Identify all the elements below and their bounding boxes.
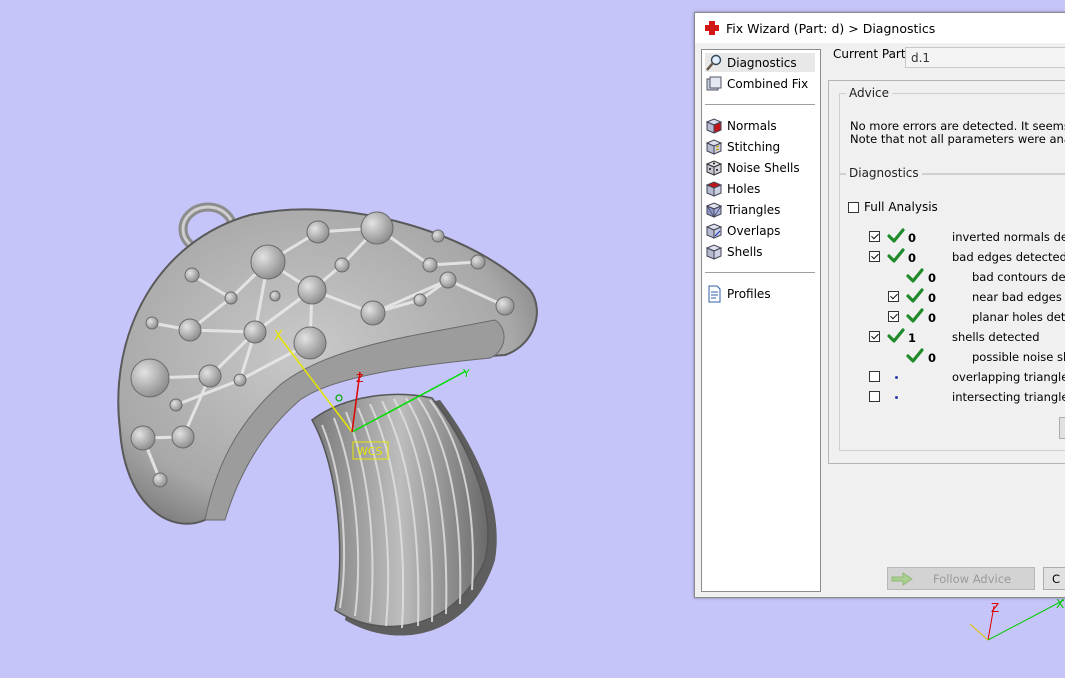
check-tick-icon <box>906 308 924 323</box>
diagnostics-action-button[interactable] <box>1059 417 1065 439</box>
planar-holes-checkbox[interactable] <box>888 311 899 322</box>
overlapping-triangles-checkbox[interactable] <box>869 371 880 382</box>
nav-label: Diagnostics <box>727 55 797 70</box>
full-analysis-checkbox[interactable] <box>848 202 859 213</box>
current-part-label: Current Part: <box>833 47 910 61</box>
check-tick-icon <box>906 288 924 303</box>
not-analysed-dot-icon <box>895 396 898 399</box>
follow-advice-label: Follow Advice <box>933 571 1012 586</box>
noise-shells-count: 0 <box>928 351 937 365</box>
profiles-document-icon <box>708 285 721 302</box>
nav-item-overlaps[interactable]: Overlaps <box>705 221 815 240</box>
magnifier-icon <box>706 54 722 71</box>
planar-holes-count: 0 <box>928 311 937 325</box>
noise-shells-label: possible noise shells <box>972 350 1065 364</box>
nav-item-triangles[interactable]: Triangles <box>705 200 815 219</box>
nav-item-diagnostics[interactable]: Diagnostics <box>705 53 815 72</box>
full-analysis-label: Full Analysis <box>864 200 938 214</box>
nav-label: Stitching <box>727 139 781 154</box>
advice-title: Advice <box>846 86 893 100</box>
shells-label: shells detected <box>952 330 1040 344</box>
intersecting-triangles-checkbox[interactable] <box>869 391 880 402</box>
fix-wizard-dialog: Fix Wizard (Part: d) > Diagnostics Diagn… <box>694 12 1065 598</box>
close-button[interactable]: C <box>1043 567 1065 590</box>
diagnostics-title: Diagnostics <box>846 166 922 180</box>
nav-separator <box>705 104 815 105</box>
near-bad-edges-checkbox[interactable] <box>888 291 899 302</box>
dialog-title: Fix Wizard (Part: d) > Diagnostics <box>726 20 936 36</box>
bad-contours-label: bad contours detec <box>972 270 1065 284</box>
check-tick-icon <box>906 348 924 363</box>
advice-text: No more errors are detected. It seems th… <box>850 120 1065 146</box>
holes-cube-icon <box>705 180 723 197</box>
wcs-axis-z-label: Z <box>356 372 364 385</box>
near-bad-edges-count: 0 <box>928 291 937 305</box>
follow-advice-button[interactable]: Follow Advice <box>887 567 1035 590</box>
shells-count: 1 <box>908 331 917 345</box>
shells-cube-icon <box>705 243 723 260</box>
corner-axis-x-label: X <box>1056 597 1064 611</box>
bad-contours-count: 0 <box>928 271 937 285</box>
combined-fix-icon <box>706 76 722 90</box>
wizard-nav-list: Diagnostics Combined Fix Normals Stitchi… <box>701 49 821 592</box>
inverted-normals-count: 0 <box>908 231 917 245</box>
stitching-cube-icon <box>705 138 723 155</box>
triangles-cube-icon <box>705 201 723 218</box>
nav-item-profiles[interactable]: Profiles <box>705 284 815 303</box>
nav-item-combined-fix[interactable]: Combined Fix <box>705 74 815 93</box>
nav-label: Shells <box>727 244 763 259</box>
wcs-label: WCS <box>357 445 383 458</box>
bad-edges-label: bad edges detected <box>952 250 1065 264</box>
check-tick-icon <box>887 228 905 243</box>
nav-label: Holes <box>727 181 761 196</box>
nav-label: Triangles <box>727 202 781 217</box>
mushroom-pendant-model: X Y Z WCS <box>117 202 538 636</box>
advice-line-2: Note that not all parameters were analys… <box>850 132 1065 146</box>
bad-edges-checkbox[interactable] <box>869 251 880 262</box>
corner-axis-z-label: Z <box>991 601 999 615</box>
nav-label: Overlaps <box>727 223 781 238</box>
corner-axis-indicator: Z X <box>969 597 1064 641</box>
near-bad-edges-label: near bad edges det <box>972 290 1065 304</box>
bad-edges-count: 0 <box>908 251 917 265</box>
intersecting-triangles-label: intersecting triangles de <box>952 390 1065 404</box>
wcs-axis-y-label: Y <box>462 367 470 380</box>
dialog-titlebar[interactable]: Fix Wizard (Part: d) > Diagnostics <box>695 13 1065 43</box>
check-tick-icon <box>887 328 905 343</box>
nav-label: Combined Fix <box>727 76 809 91</box>
nav-label: Normals <box>727 118 777 133</box>
overlapping-triangles-label: overlapping triangles de <box>952 370 1065 384</box>
green-arrow-icon <box>891 571 913 586</box>
red-cross-icon <box>705 21 719 35</box>
check-tick-icon <box>887 248 905 263</box>
nav-label: Profiles <box>727 286 771 301</box>
nav-item-stitching[interactable]: Stitching <box>705 137 815 156</box>
nav-item-holes[interactable]: Holes <box>705 179 815 198</box>
check-tick-icon <box>906 268 924 283</box>
overlaps-cube-icon <box>705 222 723 239</box>
nav-label: Noise Shells <box>727 160 800 175</box>
inverted-normals-label: inverted normals detect <box>952 230 1065 244</box>
inverted-normals-checkbox[interactable] <box>869 231 880 242</box>
nav-item-normals[interactable]: Normals <box>705 116 815 135</box>
wcs-axis-x-label: X <box>274 329 283 344</box>
normals-cube-icon <box>705 117 723 134</box>
planar-holes-label: planar holes detect <box>972 310 1065 324</box>
shells-checkbox[interactable] <box>869 331 880 342</box>
nav-item-noise-shells[interactable]: Noise Shells <box>705 158 815 177</box>
nav-separator <box>705 272 815 273</box>
noise-shells-dice-icon <box>705 159 723 176</box>
current-part-field[interactable]: d.1 <box>905 47 1065 68</box>
nav-item-shells[interactable]: Shells <box>705 242 815 261</box>
not-analysed-dot-icon <box>895 376 898 379</box>
